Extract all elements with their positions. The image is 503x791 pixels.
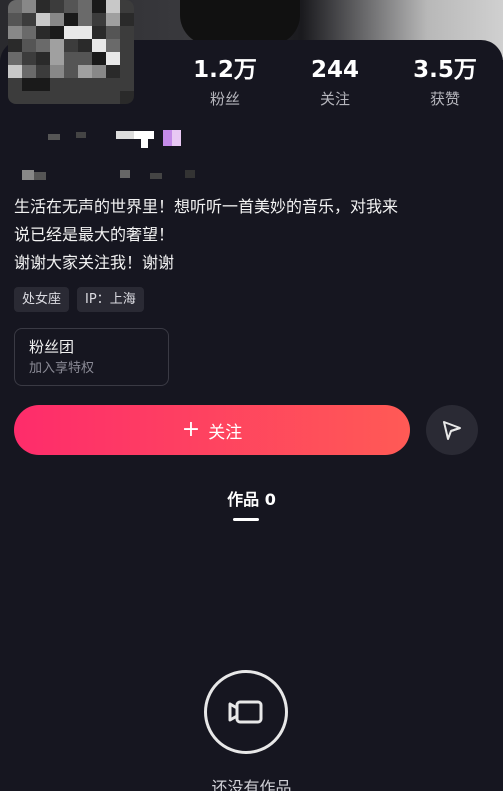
stat-likes[interactable]: 3.5万 获赞 [390,56,500,109]
follow-button-label: 关注 [208,422,243,443]
stat-likes-label: 获赞 [429,90,460,108]
fan-group-card[interactable]: 粉丝团 加入享特权 [14,328,169,386]
stat-following-value: 244 [310,57,359,83]
stat-following-label: 关注 [319,90,350,108]
fan-group-title: 粉丝团 [29,338,75,356]
stat-likes-value: 3.5万 [413,57,477,83]
bio-line: 谢谢大家关注我！谢谢 [14,253,175,272]
plus-icon: + [181,417,201,442]
send-message-button[interactable] [426,405,478,455]
cover-figure [180,0,300,45]
profile-tags: 处女座 IP：上海 [14,287,144,312]
bio-line: 说已经是最大的奢望！ [14,225,175,244]
stat-fans-label: 粉丝 [209,90,240,108]
follow-button[interactable]: + 关注 [14,405,410,455]
stat-fans-value: 1.2万 [193,57,257,83]
video-camera-icon [204,670,288,754]
stat-fans[interactable]: 1.2万 粉丝 [170,56,280,109]
profile-bio: 生活在无声的世界里！想听听一首美妙的音乐，对我来 说已经是最大的奢望！ 谢谢大家… [14,193,494,277]
tab-active-indicator [233,518,259,521]
profile-page: 1.2万 粉丝 244 关注 3.5万 获赞 生活在无声的世界里！想听听一首美妙… [0,0,503,791]
fan-group-subtitle: 加入享特权 [29,361,95,376]
empty-state-text: 还没有作品 [211,778,292,791]
tag-zodiac: 处女座 [14,287,70,312]
stat-following[interactable]: 244 关注 [280,56,390,109]
avatar[interactable] [8,0,134,104]
send-icon [443,421,461,440]
profile-stats: 1.2万 粉丝 244 关注 3.5万 获赞 [170,56,500,109]
bio-line: 生活在无声的世界里！想听听一首美妙的音乐，对我来 [14,197,399,216]
tag-ip-location: IP：上海 [77,287,144,312]
tab-works[interactable]: 作品 0 [0,486,503,510]
